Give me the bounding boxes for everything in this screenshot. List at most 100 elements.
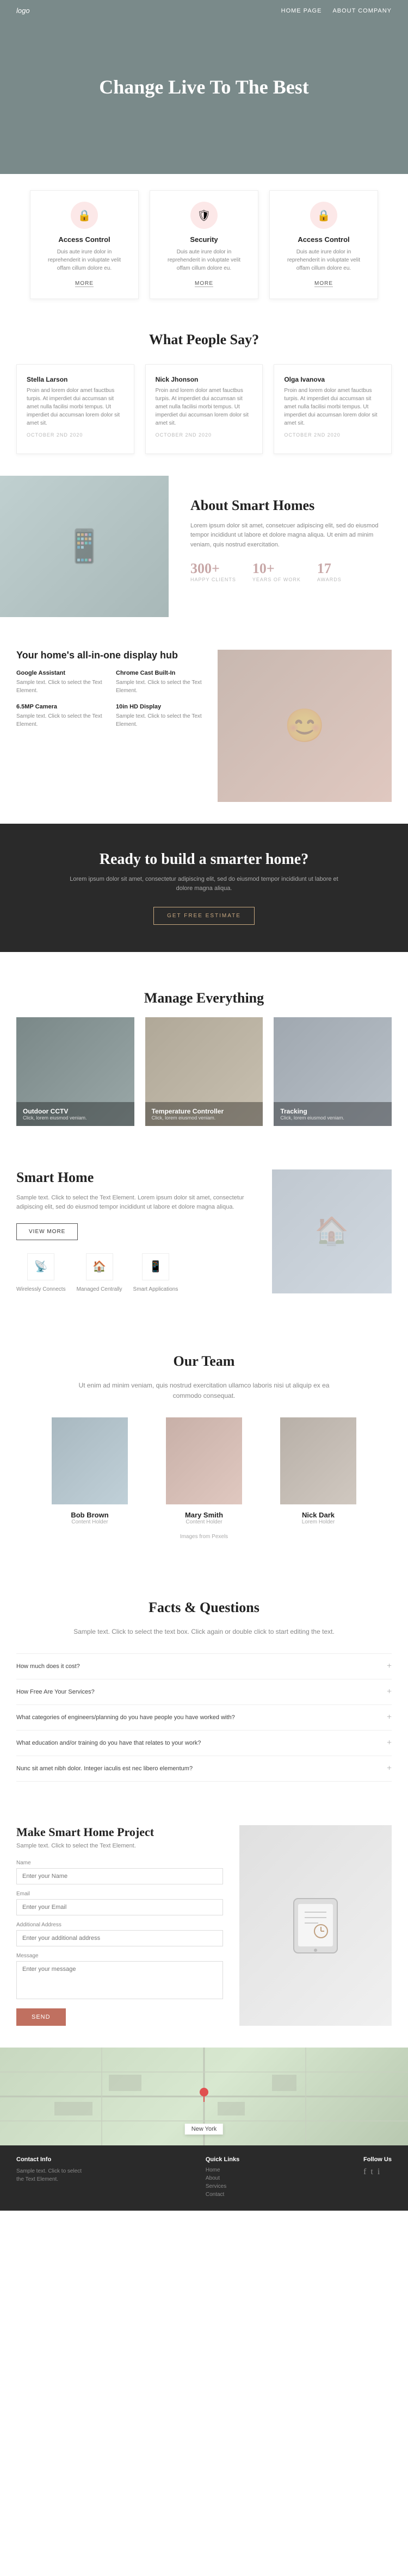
faq-toggle-1[interactable]: + <box>387 1687 392 1697</box>
hero-section: Change Live To The Best <box>0 0 408 174</box>
testimonial-0: Stella Larson Proin and lorem dolor amet… <box>16 364 134 454</box>
footer-col1-title: Contact Info <box>16 2156 82 2163</box>
footer-link-0[interactable]: Home <box>206 2167 239 2173</box>
feature-more-1[interactable]: MORE <box>195 281 213 287</box>
manage-card-title-2: Tracking <box>280 1107 385 1115</box>
team-member-1: Mary Smith Content Holder <box>155 1417 253 1525</box>
feature-desc-2: Duis aute irure dolor in reprehenderit i… <box>281 248 367 272</box>
stat-1: 10+ YEARS OF WORK <box>252 561 301 582</box>
faq-item-1[interactable]: How Free Are Your Services? + <box>16 1679 392 1704</box>
member-role-1: Content Holder <box>155 1519 253 1525</box>
footer-link-3[interactable]: Contact <box>206 2192 239 2198</box>
author-0: Stella Larson <box>27 375 124 384</box>
hub-item-1: Chrome Cast Built-In Sample text. Click … <box>116 670 207 695</box>
facts-title: Facts & Questions <box>16 1600 392 1616</box>
faq-toggle-2[interactable]: + <box>387 1713 392 1722</box>
hub-grid: Google Assistant Sample text. Click to s… <box>16 670 207 729</box>
map-label: New York <box>185 2124 223 2135</box>
author-2: Olga Ivanova <box>284 375 381 384</box>
faq-toggle-4[interactable]: + <box>387 1764 392 1774</box>
name-field: Name <box>16 1860 223 1884</box>
team-subtitle: Ut enim ad minim veniam, quis nostrud ex… <box>68 1380 340 1401</box>
team-member-0: Bob Brown Content Holder <box>41 1417 139 1525</box>
feature-card-0: 🔒 Access Control Duis aute irure dolor i… <box>30 190 139 299</box>
footer-link-1[interactable]: About <box>206 2175 239 2181</box>
feature-more-0[interactable]: MORE <box>75 281 94 287</box>
nick-photo <box>280 1417 356 1504</box>
instagram-icon[interactable]: i <box>378 2167 380 2177</box>
smart-icon-label-0: Wirelessly Connects <box>16 1286 66 1292</box>
hub-item-title-1: Chrome Cast Built-In <box>116 670 207 676</box>
feature-title-0: Access Control <box>41 235 127 244</box>
manage-card-2: Tracking Click, lorem eiusmod veniam. <box>274 1017 392 1126</box>
faq-question-2: What categories of engineers/planning do… <box>16 1714 235 1721</box>
feature-more-2[interactable]: MORE <box>314 281 333 287</box>
hub-item-title-3: 10in HD Display <box>116 704 207 710</box>
hub-item-title-0: Google Assistant <box>16 670 107 676</box>
hub-item-title-2: 6.5MP Camera <box>16 704 107 710</box>
name-input[interactable] <box>16 1868 223 1884</box>
nav-about[interactable]: ABOUT COMPANY <box>332 8 392 14</box>
faq-item-2[interactable]: What categories of engineers/planning do… <box>16 1704 392 1730</box>
testimonial-text-0: Proin and lorem dolor amet fauctbus turp… <box>27 387 124 427</box>
smart-home-left: Smart Home Sample text. Click to select … <box>16 1169 256 1293</box>
manage-card-title-1: Temperature Controller <box>152 1107 257 1115</box>
team-member-2: Nick Dark Lorem Holder <box>269 1417 367 1525</box>
faq-item-3[interactable]: What education and/or training do you ha… <box>16 1730 392 1756</box>
faq-question-4: Nunc sit amet nibh dolor. Integer iaculi… <box>16 1765 193 1772</box>
manage-card-1: Temperature Controller Click, lorem eius… <box>145 1017 263 1126</box>
project-title: Make Smart Home Project <box>16 1825 223 1839</box>
smart-home-text: Sample text. Click to select the Text El… <box>16 1193 256 1212</box>
member-role-0: Content Holder <box>41 1519 139 1525</box>
about-text: Lorem ipsum dolor sit amet, consetcuer a… <box>190 521 392 550</box>
footer-link-2[interactable]: Services <box>206 2183 239 2189</box>
about-section: 📱 About Smart Homes Lorem ipsum dolor si… <box>0 476 408 639</box>
manage-card-title-0: Outdoor CCTV <box>23 1107 128 1115</box>
hub-item-text-2: Sample text. Click to select the Text El… <box>16 712 107 729</box>
hub-item-0: Google Assistant Sample text. Click to s… <box>16 670 107 695</box>
author-1: Nick Jhonson <box>156 375 253 384</box>
testimonial-text-2: Proin and lorem dolor amet fauctbus turp… <box>284 387 381 427</box>
faq-question-0: How much does it cost? <box>16 1663 80 1670</box>
footer-col2-title: Quick Links <box>206 2156 239 2163</box>
hub-image: 😊 <box>218 650 392 802</box>
twitter-icon[interactable]: t <box>370 2167 373 2177</box>
testimonial-1: Nick Jhonson Proin and lorem dolor amet … <box>145 364 263 454</box>
team-section: Our Team Ut enim ad minim veniam, quis n… <box>0 1315 408 1561</box>
team-title: Our Team <box>16 1353 392 1370</box>
view-more-button[interactable]: VIEW MORE <box>16 1223 78 1240</box>
address-label: Additional Address <box>16 1922 223 1928</box>
stat-label-0: HAPPY CLIENTS <box>190 577 236 582</box>
footer: Contact Info Sample text. Click to selec… <box>0 2145 408 2211</box>
smart-icon-label-1: Managed Centrally <box>77 1286 122 1292</box>
access-control-icon-2: 🔒 <box>310 202 337 229</box>
faq-item-0[interactable]: How much does it cost? + <box>16 1653 392 1679</box>
security-icon: 🛡 <box>190 202 218 229</box>
testimonials-title: What People Say? <box>0 332 408 348</box>
map-section: New York <box>0 2048 408 2145</box>
message-textarea[interactable] <box>16 1961 223 1999</box>
facebook-icon[interactable]: f <box>363 2167 366 2177</box>
facts-section: Facts & Questions Sample text. Click to … <box>0 1561 408 1803</box>
member-role-2: Lorem Holder <box>269 1519 367 1525</box>
testimonial-date-2: OCTOBER 2ND 2020 <box>284 432 381 439</box>
cta-button[interactable]: GET FREE ESTIMATE <box>153 907 255 925</box>
submit-button[interactable]: SEND <box>16 2008 66 2026</box>
hub-item-3: 10in HD Display Sample text. Click to se… <box>116 704 207 729</box>
project-subtitle: Sample text. Click to select the Text El… <box>16 1843 223 1849</box>
access-control-icon-0: 🔒 <box>71 202 98 229</box>
faq-toggle-3[interactable]: + <box>387 1738 392 1748</box>
email-field: Email <box>16 1891 223 1915</box>
hub-item-2: 6.5MP Camera Sample text. Click to selec… <box>16 704 107 729</box>
faq-toggle-0[interactable]: + <box>387 1662 392 1671</box>
cta-text: Lorem ipsum dolor sit amet, consectetur … <box>68 875 340 894</box>
member-name-1: Mary Smith <box>155 1511 253 1519</box>
address-input[interactable] <box>16 1930 223 1946</box>
member-name-0: Bob Brown <box>41 1511 139 1519</box>
stat-label-2: AWARDS <box>317 577 342 582</box>
faq-item-4[interactable]: Nunc sit amet nibh dolor. Integer iaculi… <box>16 1756 392 1782</box>
stat-0: 300+ HAPPY CLIENTS <box>190 561 236 582</box>
nav-home[interactable]: HOME PAGE <box>281 8 322 14</box>
email-input[interactable] <box>16 1899 223 1915</box>
address-field: Additional Address <box>16 1922 223 1946</box>
